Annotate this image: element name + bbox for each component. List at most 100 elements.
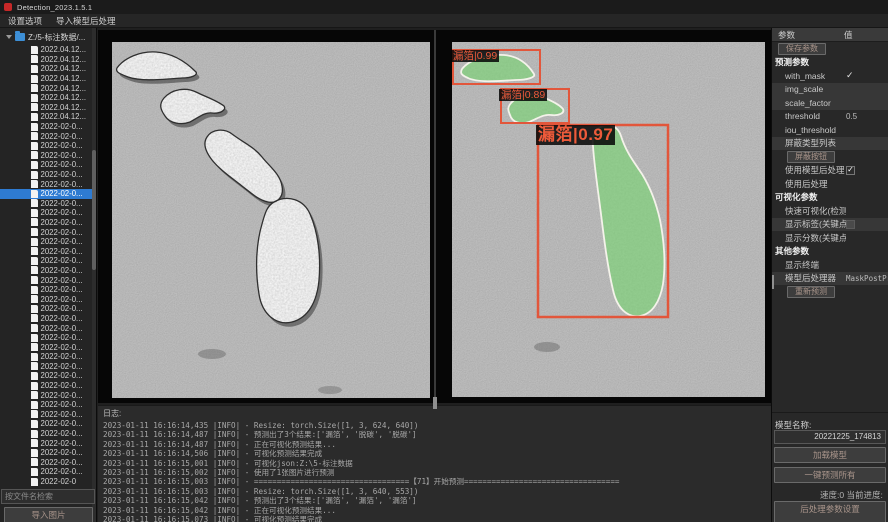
tree-item[interactable]: 2022-02-0... xyxy=(0,266,96,276)
param-row[interactable]: 使用模型后处理✓ xyxy=(772,164,888,178)
tree-item[interactable]: 2022-02-0... xyxy=(0,131,96,141)
tree-item-label: 2022.04.12... xyxy=(41,103,87,112)
tree-item[interactable]: 2022-02-0... xyxy=(0,467,96,477)
tree-item[interactable]: 2022-02-0... xyxy=(0,179,96,189)
tree-item[interactable]: 2022-02-0... xyxy=(0,371,96,381)
param-row[interactable]: 屏蔽类型列表 xyxy=(772,137,888,151)
tree-item[interactable]: 2022.04.12... xyxy=(0,83,96,93)
tree-item[interactable]: 2022.04.12... xyxy=(0,112,96,122)
param-row[interactable]: img_scale xyxy=(772,83,888,97)
title-bar: Detection_2023.1.5.1 xyxy=(0,0,888,14)
param-row[interactable]: 显示标签(关键点) xyxy=(772,218,888,232)
tree-item-label: 2022-02-0... xyxy=(41,448,83,457)
tree-item[interactable]: 2022.04.12... xyxy=(0,45,96,55)
tree-item[interactable]: 2022-02-0... xyxy=(0,352,96,362)
param-row[interactable]: 快速可视化(检测) xyxy=(772,204,888,218)
menu-item-settings[interactable]: 设置选项 xyxy=(8,15,42,27)
params-panel: 参数 值 保存参数预测参数with_mask✓img_scalescale_fa… xyxy=(771,28,888,522)
param-button[interactable]: 屏蔽按钮 xyxy=(787,151,835,163)
tree-item[interactable]: 2022.04.12... xyxy=(0,64,96,74)
tree-item[interactable]: 2022-02-0... xyxy=(0,381,96,391)
param-row[interactable]: 模型后处理器MaskPostProc xyxy=(772,272,888,286)
tree-item[interactable]: 2022.04.12... xyxy=(0,74,96,84)
param-row[interactable]: 使用后处理 xyxy=(772,177,888,191)
checkbox-empty-icon[interactable] xyxy=(846,220,855,229)
tree-item[interactable]: 2022-02-0... xyxy=(0,419,96,429)
model-name-field[interactable]: 20221225_174813 xyxy=(774,430,886,444)
tree-item[interactable]: 2022-02-0... xyxy=(0,438,96,448)
param-label: 使用后处理 xyxy=(772,178,846,190)
detection-label: 漏箔|0.89 xyxy=(499,89,547,101)
tree-scrollbar-thumb[interactable] xyxy=(92,150,96,270)
tree-item-label: 2022-02-0... xyxy=(41,304,83,313)
tree-item[interactable]: 2022-02-0... xyxy=(0,410,96,420)
original-image-viewer[interactable] xyxy=(98,30,436,403)
predict-all-button[interactable]: 一键预测所有 xyxy=(774,467,886,483)
file-icon xyxy=(31,247,38,255)
tree-item[interactable]: 2022-02-0... xyxy=(0,237,96,247)
tree-item[interactable]: 2022-02-0... xyxy=(0,275,96,285)
param-button[interactable]: 重新预测 xyxy=(787,286,835,298)
tree-item[interactable]: 2022.04.12... xyxy=(0,93,96,103)
tree-item[interactable]: 2022-02-0... xyxy=(0,199,96,209)
checkbox-checked-icon[interactable]: ✓ xyxy=(846,166,855,175)
tree-item-label: 2022-02-0... xyxy=(41,429,83,438)
file-icon xyxy=(31,209,38,217)
tree-item[interactable]: 2022-02-0... xyxy=(0,208,96,218)
param-section-header: 预测参数 xyxy=(772,56,888,70)
tree-item[interactable]: 2022-02-0... xyxy=(0,333,96,343)
tree-item[interactable]: 2022-02-0... xyxy=(0,323,96,333)
tree-item[interactable]: 2022-02-0... xyxy=(0,122,96,132)
tree-item[interactable]: 2022-02-0... xyxy=(0,362,96,372)
param-row[interactable]: 显示终端 xyxy=(772,258,888,272)
tree-item[interactable]: 2022-02-0 xyxy=(0,477,96,487)
param-row[interactable]: iou_threshold xyxy=(772,123,888,137)
load-model-button[interactable]: 加载模型 xyxy=(774,447,886,463)
prediction-image-viewer[interactable]: 漏箔|0.99 漏箔|0.89 漏箔|0.97 xyxy=(438,30,771,403)
file-icon xyxy=(31,228,38,236)
tree-item[interactable]: 2022-02-0... xyxy=(0,256,96,266)
param-button[interactable]: 保存参数 xyxy=(778,43,826,55)
tree-item[interactable]: 2022-02-0... xyxy=(0,400,96,410)
tree-item[interactable]: 2022-02-0... xyxy=(0,170,96,180)
postprocess-settings-button[interactable]: 后处理参数设置 xyxy=(774,501,886,522)
chevron-down-icon[interactable] xyxy=(6,35,12,39)
tree-item[interactable]: 2022-02-0... xyxy=(0,458,96,468)
tree-item[interactable]: 2022-02-0... xyxy=(0,429,96,439)
tree-item[interactable]: 2022.04.12... xyxy=(0,55,96,65)
param-row[interactable]: scale_factor xyxy=(772,96,888,110)
tree-item[interactable]: 2022-02-0... xyxy=(0,390,96,400)
tree-item[interactable]: 2022-02-0... xyxy=(0,448,96,458)
tree-item[interactable]: 2022-02-0... xyxy=(0,218,96,228)
tree-item[interactable]: 2022-02-0... xyxy=(0,151,96,161)
tree-item[interactable]: 2022-02-0... xyxy=(0,246,96,256)
param-row[interactable]: 显示分数(关键点) xyxy=(772,231,888,245)
tree-root-node[interactable]: Z:/5-标注数据/... xyxy=(0,31,85,43)
tree-item[interactable]: 2022-02-0... xyxy=(0,189,96,199)
menu-item-import-postprocess[interactable]: 导入模型后处理 xyxy=(56,15,116,27)
tree-item[interactable]: 2022-02-0... xyxy=(0,342,96,352)
tree-item[interactable]: 2022-02-0... xyxy=(0,314,96,324)
tree-item[interactable]: 2022-02-0... xyxy=(0,160,96,170)
param-row[interactable]: threshold0.5 xyxy=(772,110,888,124)
param-value: ✓ xyxy=(846,166,888,175)
tree-item-label: 2022-02-0... xyxy=(41,285,83,294)
tree-scrollbar[interactable] xyxy=(92,28,96,522)
param-row[interactable]: with_mask✓ xyxy=(772,69,888,83)
tree-item[interactable]: 2022-02-0... xyxy=(0,285,96,295)
file-icon xyxy=(31,372,38,380)
splitter-handle[interactable] xyxy=(433,397,437,409)
search-input[interactable] xyxy=(1,489,95,504)
file-icon xyxy=(31,238,38,246)
tree-item-label: 2022-02-0... xyxy=(41,352,83,361)
tree-item[interactable]: 2022-02-0... xyxy=(0,294,96,304)
log-panel[interactable]: 日志: 2023-01-11 16:16:14,435 |INFO| - Res… xyxy=(98,405,771,522)
tree-item[interactable]: 2022.04.12... xyxy=(0,103,96,113)
tree-item[interactable]: 2022-02-0... xyxy=(0,304,96,314)
import-images-button[interactable]: 导入图片 xyxy=(4,507,93,522)
file-icon xyxy=(31,353,38,361)
tree-item[interactable]: 2022-02-0... xyxy=(0,227,96,237)
splitter-handle[interactable] xyxy=(771,275,774,289)
tree-item[interactable]: 2022-02-0... xyxy=(0,141,96,151)
param-label: 使用模型后处理 xyxy=(772,164,846,176)
